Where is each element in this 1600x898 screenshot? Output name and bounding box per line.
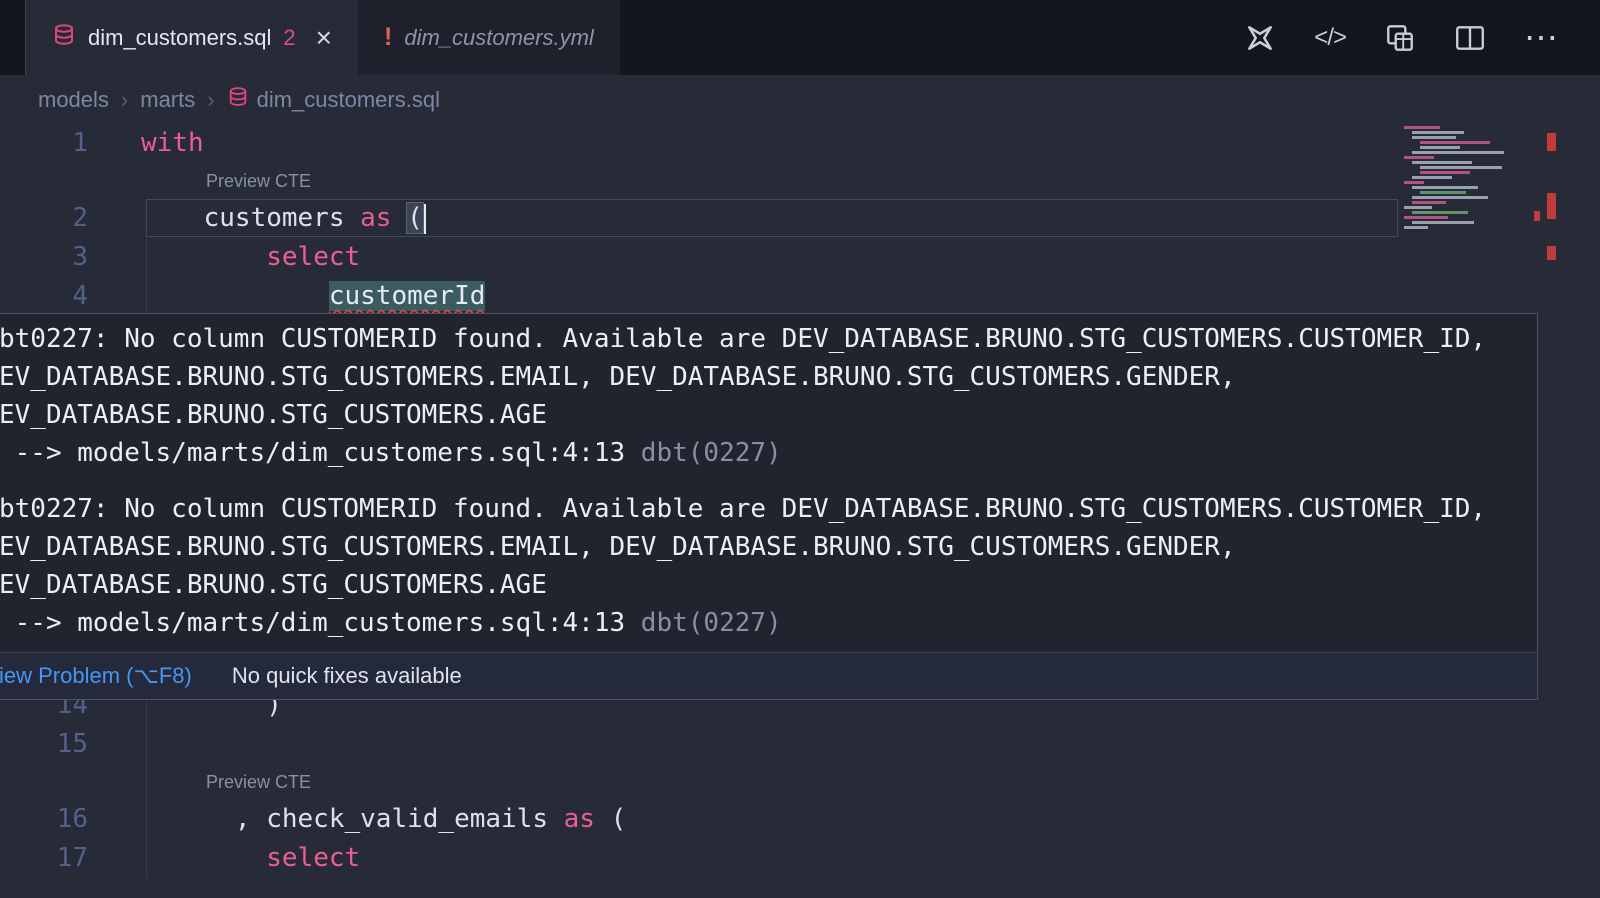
view-problem-link[interactable]: iew Problem (⌥F8)	[0, 663, 192, 689]
code-text: select	[141, 238, 360, 277]
code-text: customers as (	[141, 199, 426, 238]
error-token-customerid[interactable]: customerId	[329, 281, 486, 311]
tab-title: dim_customers.yml	[404, 25, 593, 51]
code-line-current[interactable]: 2 customers as (	[0, 199, 1600, 238]
code-line[interactable]: 15	[0, 725, 1600, 764]
tab-dim-customers-sql[interactable]: dim_customers.sql 2 ×	[25, 0, 358, 75]
code-line[interactable]: 17 select	[0, 839, 1600, 878]
no-quick-fixes-text: No quick fixes available	[232, 663, 462, 689]
diagnostic-location: --> models/marts/dim_customers.sql:4:13 …	[0, 604, 1537, 642]
diagnostic-message: bt0227: No column CUSTOMERID found. Avai…	[0, 490, 1537, 642]
line-number: 1	[0, 124, 88, 163]
dbt-icon[interactable]	[1244, 22, 1276, 54]
tab-bar: dim_customers.sql 2 × ! dim_customers.ym…	[0, 0, 1600, 75]
breadcrumb-file[interactable]: dim_customers.sql	[227, 86, 440, 114]
tab-title: dim_customers.sql	[88, 25, 271, 51]
diagnostic-location: --> models/marts/dim_customers.sql:4:13 …	[0, 434, 1537, 472]
modified-count-badge: 2	[283, 25, 295, 51]
code-line[interactable]: 1 with	[0, 124, 1600, 163]
editor-actions: </> ⋯	[1244, 0, 1600, 75]
code-top-block: 1 with Preview CTE 2 customers as ( 3 sel…	[0, 124, 1600, 316]
error-ruler-mark	[1547, 133, 1556, 151]
code-text: , check_valid_emails as (	[141, 800, 626, 839]
chevron-right-icon: ›	[121, 87, 128, 113]
breadcrumb: models › marts › dim_customers.sql	[0, 75, 1600, 124]
problem-hover-popup: bt0227: No column CUSTOMERID found. Avai…	[0, 313, 1538, 700]
diagnostic-source: dbt(0227)	[641, 438, 782, 468]
code-bottom-block: 14 ) 15 Preview CTE 16 , check_valid_ema…	[0, 686, 1600, 878]
line-number: 17	[0, 839, 88, 878]
tab-dim-customers-yml[interactable]: ! dim_customers.yml	[358, 0, 620, 75]
breadcrumb-marts[interactable]: marts	[140, 87, 195, 113]
more-actions-icon[interactable]: ⋯	[1524, 21, 1558, 55]
code-text: customerId	[141, 277, 485, 316]
warning-icon: !	[384, 23, 392, 52]
code-preview-icon[interactable]: </>	[1314, 24, 1346, 52]
breadcrumb-models[interactable]: models	[38, 87, 109, 113]
diagnostic-source: dbt(0227)	[641, 608, 782, 638]
line-number: 4	[0, 277, 88, 316]
text-cursor	[424, 204, 426, 234]
database-icon	[227, 86, 249, 114]
chevron-right-icon: ›	[207, 87, 214, 113]
codelens-preview-cte[interactable]: Preview CTE	[0, 764, 1600, 800]
code-line[interactable]: 3 select	[0, 238, 1600, 277]
line-number: 16	[0, 800, 88, 839]
indent-guide	[146, 700, 147, 878]
line-number: 15	[0, 725, 88, 764]
code-line[interactable]: 16 , check_valid_emails as (	[0, 800, 1600, 839]
code-text: with	[141, 124, 204, 163]
line-number: 2	[0, 199, 88, 238]
popup-body: bt0227: No column CUSTOMERID found. Avai…	[0, 314, 1537, 642]
error-ruler-mark	[1547, 193, 1556, 219]
diagnostic-message: bt0227: No column CUSTOMERID found. Avai…	[0, 320, 1537, 472]
error-ruler-mark	[1547, 246, 1556, 260]
popup-footer: iew Problem (⌥F8) No quick fixes availab…	[0, 652, 1537, 699]
database-icon	[52, 23, 76, 53]
split-editor-icon[interactable]	[1454, 22, 1486, 54]
indent-guide	[146, 238, 147, 316]
close-icon[interactable]: ×	[316, 24, 332, 52]
line-number: 3	[0, 238, 88, 277]
code-line[interactable]: 4 customerId	[0, 277, 1600, 316]
codelens-preview-cte[interactable]: Preview CTE	[0, 163, 1600, 199]
tab-strip-lead	[0, 0, 25, 75]
copy-table-icon[interactable]	[1384, 22, 1416, 54]
code-editor[interactable]: 1 with Preview CTE 2 customers as ( 3 sel…	[0, 124, 1600, 898]
minimap[interactable]	[1404, 126, 1542, 238]
code-text: select	[141, 839, 360, 878]
